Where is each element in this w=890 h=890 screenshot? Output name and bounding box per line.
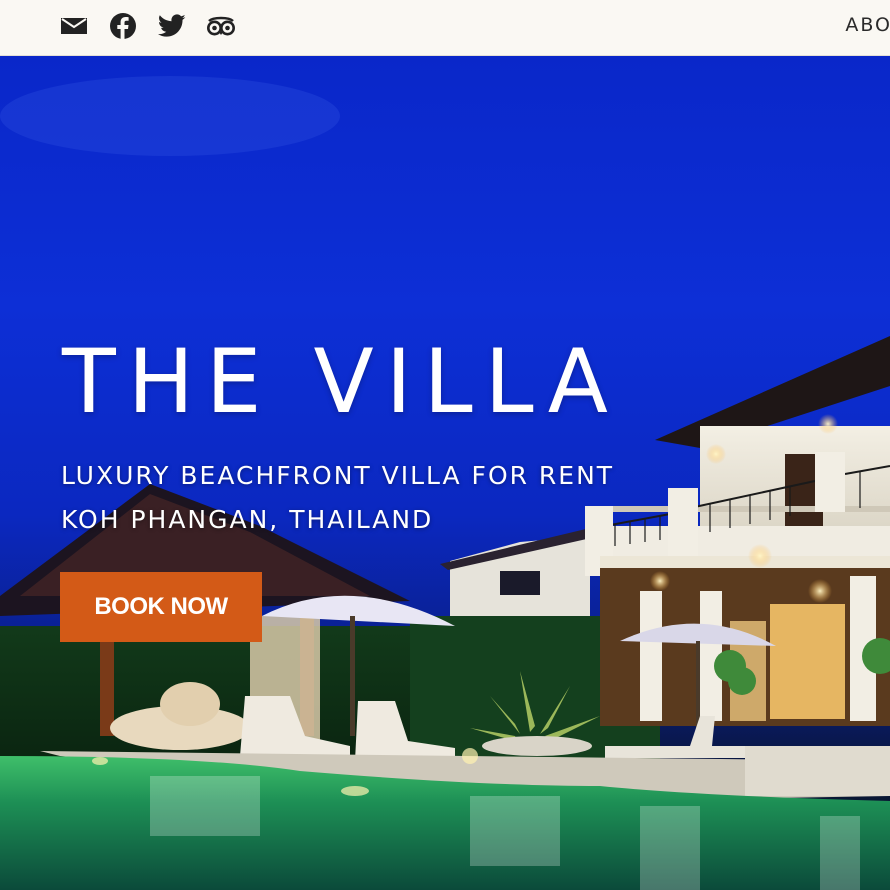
hero-subtitle-line2: KOH PHANGAN, THAILAND xyxy=(61,505,434,534)
hero-subtitle-line1: LUXURY BEACHFRONT VILLA FOR RENT xyxy=(61,461,615,490)
top-bar: ABO xyxy=(0,0,890,56)
tripadvisor-icon[interactable] xyxy=(205,10,237,42)
book-now-button[interactable]: BOOK NOW xyxy=(60,572,262,642)
hero-title: THE VILLA xyxy=(62,330,620,433)
hero-section: THE VILLA LUXURY BEACHFRONT VILLA FOR RE… xyxy=(0,56,890,890)
twitter-icon[interactable] xyxy=(156,10,188,42)
mail-icon[interactable] xyxy=(58,10,90,42)
facebook-icon[interactable] xyxy=(107,10,139,42)
nav-about-link[interactable]: ABO xyxy=(845,14,890,36)
social-links xyxy=(58,10,254,42)
